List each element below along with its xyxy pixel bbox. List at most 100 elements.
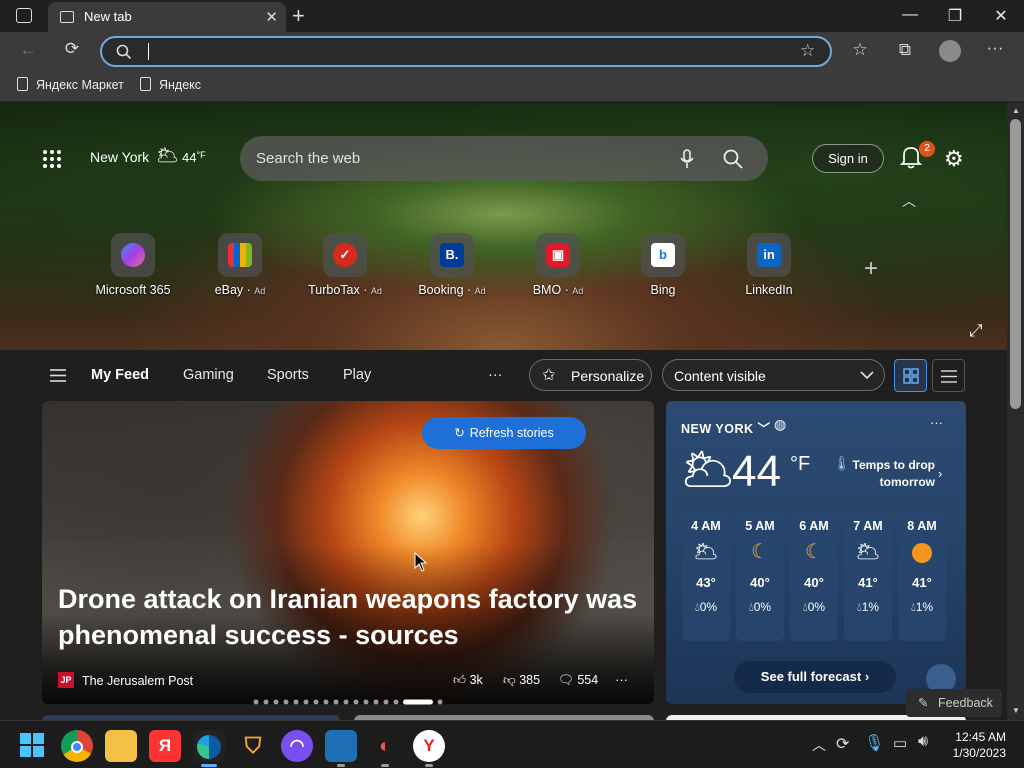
- tab-gaming[interactable]: Gaming: [183, 367, 234, 383]
- web-search-box[interactable]: Search the web: [240, 136, 768, 181]
- full-forecast-label: See full forecast: [760, 669, 862, 684]
- edge-icon[interactable]: [193, 730, 225, 762]
- feedback-label: Feedback: [938, 696, 993, 710]
- globe-icon[interactable]: ◍: [774, 416, 786, 433]
- minimize-button[interactable]: —: [895, 6, 925, 24]
- bookmark-yandex-market[interactable]: Яндекс Маркет: [17, 77, 124, 92]
- quick-link-bmo[interactable]: ▣ BMO · Ad: [508, 233, 608, 297]
- news-headline[interactable]: Drone attack on Iranian weapons factory …: [58, 581, 648, 653]
- network-icon[interactable]: ▭: [893, 734, 907, 752]
- tab-new-tab[interactable]: New tab ✕: [48, 2, 286, 32]
- alice-icon[interactable]: ◠: [281, 730, 313, 762]
- add-shortcut-icon[interactable]: +: [864, 255, 878, 283]
- security-shield-icon[interactable]: ⛉: [237, 730, 269, 762]
- feedback-button[interactable]: ✎ Feedback: [906, 689, 1002, 717]
- address-bar[interactable]: ☆: [100, 36, 832, 67]
- weather-alert[interactable]: Temps to drop tomorrow: [843, 457, 935, 491]
- refresh-stories-button[interactable]: ↻ Refresh stories: [422, 417, 586, 449]
- sync-icon[interactable]: ⟳: [836, 734, 849, 754]
- favorites-icon[interactable]: ☆: [847, 40, 873, 60]
- tab-sports[interactable]: Sports: [267, 367, 309, 383]
- weather-city[interactable]: NEW YORK ﹀: [681, 418, 771, 437]
- scroll-down-icon[interactable]: ▼: [1012, 706, 1020, 715]
- expand-icon[interactable]: ⤢: [969, 321, 983, 341]
- tab-play[interactable]: Play: [343, 367, 371, 383]
- hourly-forecast-item[interactable]: 4 AM 🌥 43° 💧︎0%: [682, 511, 730, 641]
- tab-my-feed[interactable]: My Feed: [91, 367, 149, 383]
- refresh-icon[interactable]: ⟳: [59, 39, 85, 59]
- scroll-up-icon[interactable]: ▲: [1012, 106, 1020, 115]
- gear-icon[interactable]: ⚙: [944, 146, 964, 172]
- like-button[interactable]: 👍︎ 3k: [453, 673, 483, 688]
- volume-icon[interactable]: 🔊︎: [918, 733, 928, 751]
- back-icon[interactable]: ←: [15, 40, 41, 60]
- clock[interactable]: 12:45 AM 1/30/2023: [948, 729, 1006, 761]
- microphone-tray-icon[interactable]: 🎙︎: [864, 733, 884, 753]
- scrollbar-thumb[interactable]: [1010, 119, 1021, 409]
- hamburger-menu-icon[interactable]: [50, 369, 66, 382]
- list-view-button[interactable]: [932, 359, 965, 392]
- quick-link-label: eBay: [214, 283, 244, 297]
- quick-link-bing[interactable]: b Bing: [613, 233, 713, 297]
- quick-link-label: Bing: [650, 283, 676, 297]
- apps-grid-icon[interactable]: [42, 149, 62, 169]
- new-tab-button[interactable]: +: [292, 3, 305, 29]
- news-source[interactable]: The Jerusalem Post: [82, 674, 193, 688]
- show-hidden-icons-chevron-icon[interactable]: ︿: [812, 735, 826, 755]
- close-window-button[interactable]: ✕: [986, 6, 1016, 26]
- quick-link-ebay[interactable]: eBay · Ad: [190, 233, 290, 297]
- weather-more-button[interactable]: ···: [930, 415, 943, 430]
- yandex-icon[interactable]: Y: [413, 730, 445, 762]
- hourly-forecast-item[interactable]: 7 AM 🌥 41° 💧︎1%: [844, 511, 892, 641]
- vertical-scrollbar[interactable]: ▲ ▼: [1007, 103, 1024, 720]
- ccleaner-icon[interactable]: ◐: [369, 730, 401, 762]
- taskbar: Я ⛉ ◠ ◐ Y ︿ ⟳ 🎙︎ ▭ 🔊︎ 12:45 AM 1/30/2023: [0, 720, 1024, 768]
- yandex-browser-icon[interactable]: Я: [149, 730, 181, 762]
- tab-close-icon[interactable]: ✕: [265, 8, 278, 26]
- settings-menu-icon[interactable]: ···: [982, 38, 1008, 58]
- like-count: 3k: [469, 673, 483, 687]
- network-app-icon[interactable]: [325, 730, 357, 762]
- bookmark-yandex[interactable]: Яндекс: [140, 77, 201, 92]
- tab-actions-icon[interactable]: [16, 8, 32, 23]
- search-placeholder: Search the web: [256, 150, 361, 167]
- restore-button[interactable]: ❐: [940, 6, 970, 26]
- see-full-forecast-button[interactable]: See full forecast ›: [734, 661, 896, 693]
- quick-link-booking[interactable]: B. Booking · Ad: [402, 233, 502, 297]
- content-visibility-dropdown[interactable]: Content visible: [662, 359, 885, 391]
- carousel-dots[interactable]: [253, 693, 445, 711]
- collapse-chevron-icon[interactable]: ︿: [902, 191, 916, 211]
- hourly-forecast-item[interactable]: 6 AM ☾ 40° 💧︎0%: [790, 511, 838, 641]
- quick-link-turbotax[interactable]: ✓ TurboTax · Ad: [295, 233, 395, 297]
- hour-time: 8 AM: [907, 519, 937, 533]
- hour-temp: 41°: [912, 575, 932, 590]
- grid-view-button[interactable]: [894, 359, 927, 392]
- comments-button[interactable]: 🗨︎ 554: [558, 673, 598, 688]
- ad-label: Ad: [572, 286, 584, 296]
- personalize-button[interactable]: ✩ Personalize: [529, 359, 652, 391]
- more-tabs-button[interactable]: ···: [488, 367, 503, 383]
- hourly-forecast-item[interactable]: 5 AM ☾ 40° 💧︎0%: [736, 511, 784, 641]
- header-temp[interactable]: 44°F: [182, 150, 206, 165]
- profile-avatar[interactable]: [939, 40, 961, 62]
- bookmarks-bar: Яндекс Маркет Яндекс: [0, 70, 1024, 102]
- chevron-right-icon[interactable]: ›: [938, 466, 942, 481]
- quick-link-linkedin[interactable]: in LinkedIn: [719, 233, 819, 297]
- news-more-button[interactable]: ···: [615, 672, 628, 687]
- chevron-down-icon: ﹀: [757, 422, 771, 436]
- windows-start-icon[interactable]: [20, 733, 44, 757]
- file-explorer-icon[interactable]: [105, 730, 137, 762]
- microphone-icon[interactable]: [680, 149, 694, 169]
- hourly-forecast-item[interactable]: 8 AM 41° 💧︎1%: [898, 511, 946, 641]
- feedback-icon: ✎: [918, 696, 929, 710]
- dislike-button[interactable]: 👎︎ 385: [503, 673, 540, 688]
- quick-link-microsoft-365[interactable]: Microsoft 365: [83, 233, 183, 297]
- quick-link-label: Microsoft 365: [95, 283, 171, 297]
- collections-icon[interactable]: ⧉: [892, 40, 918, 60]
- location-label[interactable]: New York: [90, 149, 149, 165]
- chrome-icon[interactable]: [61, 730, 93, 762]
- sign-in-button[interactable]: Sign in: [812, 144, 884, 173]
- add-favorite-icon[interactable]: ☆: [800, 41, 815, 61]
- search-icon[interactable]: [723, 149, 743, 169]
- hour-precip: 0%: [753, 600, 772, 614]
